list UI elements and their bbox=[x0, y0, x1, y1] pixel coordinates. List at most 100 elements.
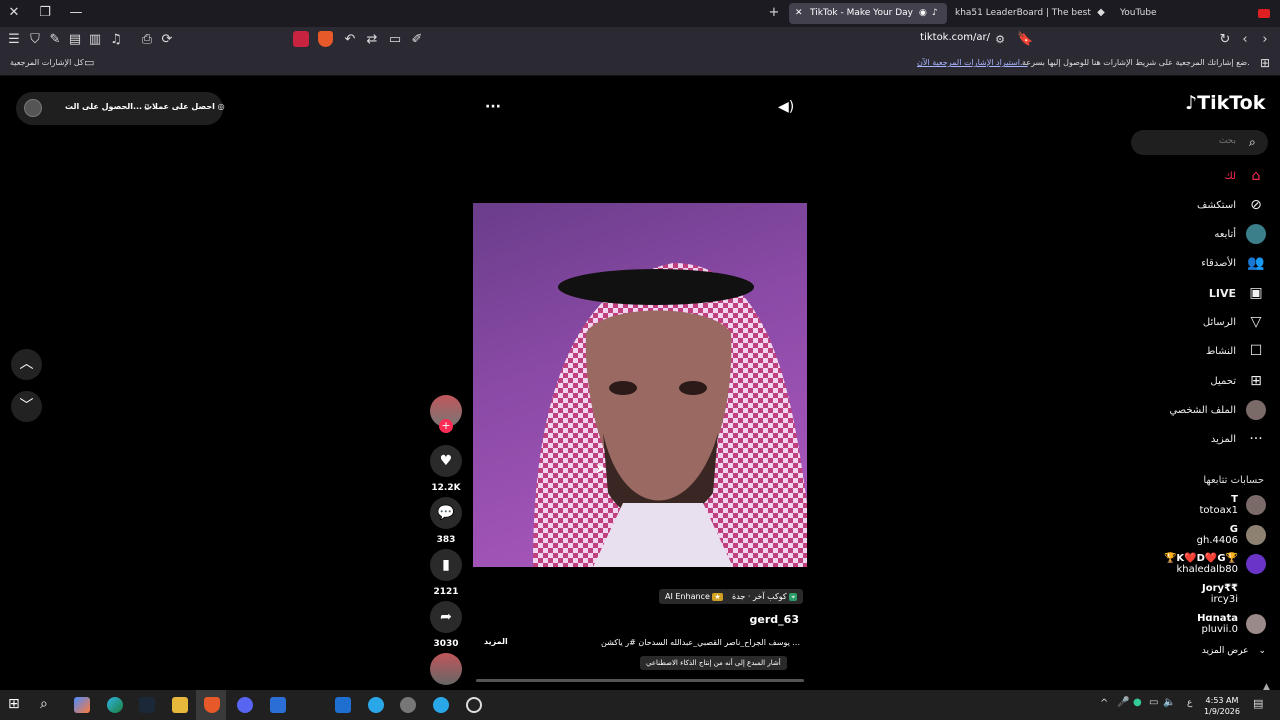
previous-video-button[interactable]: ︿ bbox=[11, 349, 42, 380]
ai-enhance-tag[interactable]: AI Enhance ★ bbox=[659, 589, 729, 604]
forward-icon[interactable]: › bbox=[1257, 33, 1273, 47]
location-tag[interactable]: كوكب آخر · جدة ⌖ bbox=[726, 589, 804, 604]
user-avatar[interactable] bbox=[24, 99, 42, 117]
compass-icon: ⊘ bbox=[1250, 197, 1262, 213]
network-icon[interactable]: ▭ bbox=[1149, 697, 1158, 708]
video-player[interactable]: ➤ bbox=[473, 203, 807, 567]
notifications-icon[interactable]: ▤ bbox=[1253, 697, 1263, 710]
nav-messages[interactable]: الرسائل ▽ bbox=[1203, 311, 1266, 333]
search-icon[interactable]: ⌕ bbox=[1249, 135, 1256, 150]
file-explorer-icon[interactable] bbox=[172, 697, 188, 713]
nav-profile[interactable]: الملف الشخصي bbox=[1169, 399, 1266, 421]
import-bookmarks-link[interactable]: استيراد الإشارات المرجعية الآن... bbox=[917, 58, 1028, 67]
caption-more-link[interactable]: المزيد bbox=[484, 637, 508, 646]
store-icon[interactable] bbox=[270, 697, 286, 713]
follow-plus-icon[interactable]: + bbox=[439, 419, 453, 433]
nav-friends[interactable]: الأصدقاء 👥 bbox=[1201, 252, 1266, 274]
tiktok-logo[interactable]: ♪TikTok bbox=[1185, 92, 1265, 114]
windows-start-icon[interactable]: ⊞ bbox=[8, 696, 20, 712]
extensions-icon[interactable]: ⟳ bbox=[159, 33, 175, 47]
author-name[interactable]: gerd_63 bbox=[700, 613, 799, 626]
brave-shield-icon[interactable] bbox=[318, 31, 333, 47]
tools-icon[interactable]: ✎ bbox=[47, 33, 63, 47]
nav-explore[interactable]: استكشف ⊘ bbox=[1197, 194, 1266, 216]
screenshot-icon[interactable]: ⎙ bbox=[139, 33, 155, 47]
brave-taskbar-icon[interactable] bbox=[204, 697, 220, 713]
comment-icon[interactable]: 💬 bbox=[430, 497, 462, 529]
like-action[interactable]: ♥ 12.2K bbox=[430, 445, 462, 493]
microphone-icon[interactable]: 🎤 bbox=[1117, 697, 1129, 708]
nav-more[interactable]: المزيد ··· bbox=[1211, 428, 1266, 450]
following-account-1[interactable]: Ttotoax1 bbox=[1200, 494, 1266, 516]
app-icon-1[interactable] bbox=[335, 697, 351, 713]
taskbar-search-icon[interactable]: ⌕ bbox=[40, 696, 48, 712]
tab-leaderboard[interactable]: kha51 LeaderBoard | The best ChatB... bbox=[955, 3, 1093, 24]
site-settings-icon[interactable]: ⚙ bbox=[992, 33, 1008, 47]
menu-icon[interactable]: ☰ bbox=[6, 33, 22, 47]
apps-grid-icon[interactable]: ⊞ bbox=[1260, 56, 1270, 70]
comment-action[interactable]: 💬 383 bbox=[430, 497, 462, 545]
shield-icon[interactable]: ⛉ bbox=[27, 33, 43, 47]
app-icon-4[interactable] bbox=[433, 697, 449, 713]
share-icon[interactable]: ➦ bbox=[430, 601, 462, 633]
minimize-window-icon[interactable]: — bbox=[68, 6, 84, 20]
adblock-icon[interactable] bbox=[293, 31, 309, 47]
video-progress-bar[interactable] bbox=[476, 679, 804, 682]
reader-icon[interactable]: ▭ bbox=[387, 33, 403, 47]
share-action[interactable]: ➦ 3030 bbox=[430, 601, 462, 649]
following-account-4[interactable]: Jory₹₹ ircy3i bbox=[1202, 583, 1266, 605]
nav-upload[interactable]: تحميل ⊞ bbox=[1210, 370, 1266, 392]
get-coins-button[interactable]: احصل على عملات ◎ bbox=[144, 102, 225, 111]
music-disc-icon[interactable] bbox=[430, 653, 462, 685]
translate-icon[interactable]: ⇄ bbox=[364, 33, 380, 47]
save-action[interactable]: ▮ 2121 bbox=[430, 549, 462, 597]
bookmark-save-icon[interactable]: ▮ bbox=[430, 549, 462, 581]
next-video-button[interactable]: ﹀ bbox=[11, 391, 42, 422]
close-window-icon[interactable]: ✕ bbox=[6, 6, 22, 20]
heart-icon[interactable]: ♥ bbox=[430, 445, 462, 477]
draw-icon[interactable]: ✐ bbox=[409, 33, 425, 47]
music-icon[interactable]: ♫ bbox=[108, 33, 124, 47]
app-icon-5[interactable] bbox=[466, 697, 482, 713]
reload-icon[interactable]: ↻ bbox=[1217, 33, 1233, 47]
nav-for-you[interactable]: لك ⌂ bbox=[1225, 165, 1266, 187]
search-box[interactable]: بحث ⌕ bbox=[1131, 130, 1268, 155]
volume-tray-icon[interactable]: 🔈 bbox=[1163, 697, 1175, 708]
tab-close-icon[interactable]: ✕ bbox=[795, 3, 803, 24]
tab-tiktok[interactable]: ✕ TikTok - Make Your Day ◉ ♪ bbox=[789, 3, 947, 24]
following-account-2[interactable]: Ggh.4406 bbox=[1197, 524, 1266, 546]
bookmark-icon[interactable]: 🔖 bbox=[1017, 33, 1033, 47]
tray-app-icon[interactable]: ● bbox=[1133, 697, 1142, 708]
url-field[interactable]: tiktok.com/ar/ bbox=[900, 32, 990, 43]
creator-avatar-action[interactable]: + bbox=[430, 395, 462, 433]
nav-live[interactable]: LIVE ▣ bbox=[1209, 282, 1266, 304]
clock[interactable]: 4:53 AM 1/9/2026 bbox=[1200, 695, 1244, 717]
discord-icon[interactable] bbox=[237, 697, 253, 713]
undo-icon[interactable]: ↶ bbox=[342, 33, 358, 47]
following-account-5[interactable]: Hɑnata pluvii.0 bbox=[1197, 613, 1266, 635]
restore-window-icon[interactable]: ❐ bbox=[37, 6, 53, 20]
tray-overflow-icon[interactable]: ^ bbox=[1100, 698, 1108, 709]
app-icon-2[interactable] bbox=[368, 697, 384, 713]
search-input[interactable]: بحث bbox=[1141, 136, 1236, 146]
steam-icon[interactable] bbox=[139, 697, 155, 713]
edge-icon[interactable] bbox=[107, 697, 123, 713]
nav-following[interactable]: أتابعه bbox=[1214, 223, 1266, 245]
following-account-3[interactable]: 🏆K❤️D❤️G🏆 khaledalb80 bbox=[1164, 553, 1266, 575]
more-options-icon[interactable]: ··· bbox=[485, 99, 501, 115]
app-icon-3[interactable] bbox=[400, 697, 416, 713]
new-tab-icon[interactable]: + bbox=[766, 6, 782, 20]
volume-icon[interactable]: ◀) bbox=[778, 99, 794, 115]
language-indicator[interactable]: ع bbox=[1187, 698, 1192, 708]
back-icon[interactable]: ‹ bbox=[1237, 33, 1253, 47]
see-more-button[interactable]: عرض المزيد ⌄ bbox=[1202, 646, 1266, 656]
sound-disc-action[interactable] bbox=[430, 653, 462, 685]
get-app-button[interactable]: الحصول على الت... ▯ bbox=[65, 102, 149, 111]
sidebar-icon[interactable]: ▥ bbox=[87, 33, 103, 47]
all-bookmarks-label[interactable]: كل الإشارات المرجعية bbox=[10, 58, 84, 67]
tab-youtube[interactable]: YouTube bbox=[1120, 3, 1200, 24]
tabs-icon[interactable]: ▤ bbox=[67, 33, 83, 47]
tab-audio-icon[interactable]: ◉ bbox=[919, 3, 927, 24]
nav-activity[interactable]: النشاط ☐ bbox=[1206, 340, 1266, 362]
copilot-icon[interactable] bbox=[74, 697, 90, 713]
